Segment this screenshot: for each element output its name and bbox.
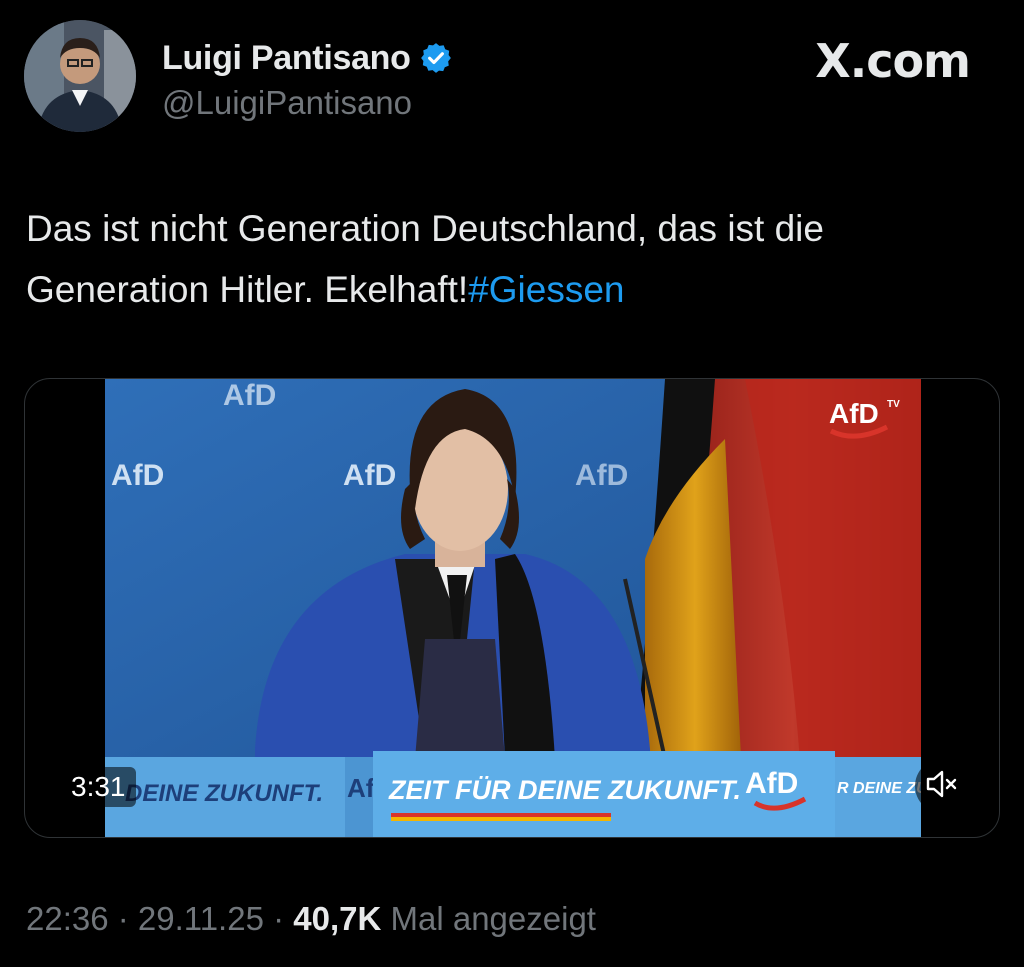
channel-logo: AfD bbox=[829, 398, 879, 429]
partial-logo: Af bbox=[347, 773, 375, 803]
author-name-row: Luigi Pantisano bbox=[162, 36, 453, 80]
channel-logo-tv: TV bbox=[887, 399, 900, 410]
podium-slogan: ZEIT FÜR DEINE ZUKUNFT. bbox=[388, 775, 741, 805]
video-duration-badge: 3:31 bbox=[61, 767, 136, 807]
tweet-text: Das ist nicht Generation Deutschland, da… bbox=[26, 198, 996, 320]
podium-logo: AfD bbox=[745, 767, 798, 800]
post-time[interactable]: 22:36 bbox=[26, 900, 109, 937]
author-name[interactable]: Luigi Pantisano bbox=[162, 39, 411, 78]
speaker-muted-icon bbox=[925, 769, 959, 804]
mute-button[interactable] bbox=[915, 759, 969, 813]
tweet-meta: 22:36 · 29.11.25 · 40,7K Mal angezeigt bbox=[26, 900, 596, 938]
meta-separator-1: · bbox=[108, 900, 138, 937]
tweet-header: Luigi Pantisano @LuigiPantisano X.com bbox=[24, 20, 1000, 136]
video-frame[interactable]: AfD AfD AfD AfD DEINE ZUKUNFT. Af ZEIT F… bbox=[105, 379, 921, 837]
backdrop-logo-right: AfD bbox=[575, 459, 628, 492]
author-avatar[interactable] bbox=[24, 20, 136, 132]
backdrop-logo-left: AfD bbox=[111, 459, 164, 492]
post-date[interactable]: 29.11.25 bbox=[138, 900, 264, 937]
left-slogan: DEINE ZUKUNFT. bbox=[125, 780, 323, 807]
meta-separator-2: · bbox=[263, 900, 294, 937]
right-slogan: R DEINE ZUKUNFT. bbox=[837, 780, 921, 797]
site-brand: X.com bbox=[815, 34, 971, 88]
video-player[interactable]: AfD AfD AfD AfD DEINE ZUKUNFT. Af ZEIT F… bbox=[24, 378, 1000, 838]
author-handle[interactable]: @LuigiPantisano bbox=[162, 84, 412, 122]
backdrop-logo-center: AfD bbox=[343, 459, 396, 492]
hashtag-link[interactable]: #Giessen bbox=[468, 269, 624, 310]
views-label: Mal angezeigt bbox=[390, 900, 596, 937]
views-count: 40,7K bbox=[293, 900, 382, 937]
tweet-body: Das ist nicht Generation Deutschland, da… bbox=[26, 208, 824, 310]
backdrop-logo-top: AfD bbox=[223, 379, 276, 412]
verified-badge-icon bbox=[419, 41, 453, 75]
